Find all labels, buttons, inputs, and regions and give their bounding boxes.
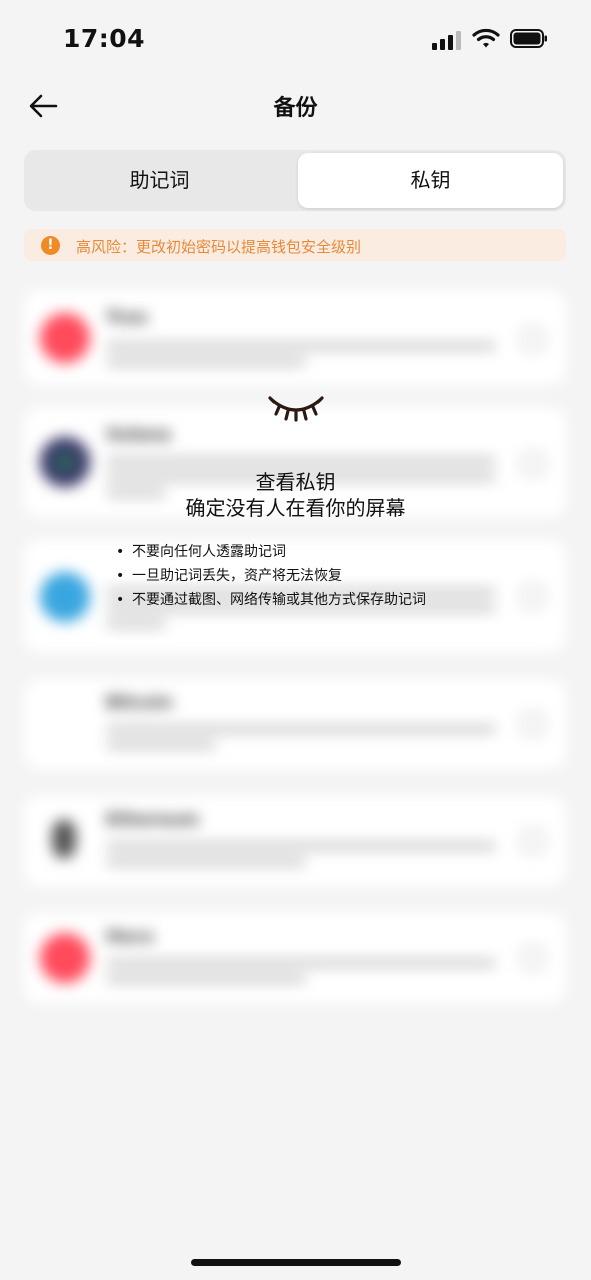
list-item: 一旦助记词丢失，资产将无法恢复 [116,564,426,588]
list-item: 不要通过截图、网络传输或其他方式保存助记词 [116,588,426,612]
overlay-title: 查看私钥 [255,470,336,494]
closed-eye-icon [268,396,324,422]
overlay-tips: 不要向任何人透露助记词 一旦助记词丢失，资产将无法恢复 不要通过截图、网络传输或… [116,540,426,612]
list-item: Ethereum [24,796,566,886]
coin-icon [40,313,90,363]
coin-name: Heco [106,927,154,947]
tab-mnemonic[interactable]: 助记词 [27,153,292,208]
list-item: Heco [24,913,566,1003]
copy-icon [522,328,544,350]
coin-name: Solana [106,425,171,445]
copy-icon [522,713,544,735]
list-item: Bitcoin [24,679,566,769]
warning-icon: ! [41,236,60,255]
warning-banner: ! 高风险：更改初始密码以提高钱包安全级别 [24,229,566,261]
wifi-icon [472,28,500,48]
home-indicator[interactable] [191,1259,401,1266]
coin-icon [40,933,90,983]
coin-name: Ethereum [106,810,200,830]
copy-icon [522,586,544,608]
warning-text: 高风险：更改初始密码以提高钱包安全级别 [76,238,362,256]
status-bar: 17:04 [0,0,591,80]
coin-icon [40,572,90,622]
coin-name: Tron [106,308,148,328]
list-item: Tron [24,290,566,385]
battery-icon [510,29,547,48]
coin-name: Bitcoin [106,693,173,713]
copy-icon [522,830,544,852]
segmented-control: 助记词 私钥 [24,150,566,211]
page-title: 备份 [273,96,318,121]
signal-icon [432,30,462,50]
tab-private-key[interactable]: 私钥 [298,153,563,208]
coin-icon [52,820,76,858]
overlay-subtitle: 确定没有人在看你的屏幕 [185,496,406,520]
list-item: 不要向任何人透露助记词 [116,540,426,564]
status-time: 17:04 [63,24,146,53]
copy-icon [522,947,544,969]
nav-bar: 备份 [0,80,591,132]
